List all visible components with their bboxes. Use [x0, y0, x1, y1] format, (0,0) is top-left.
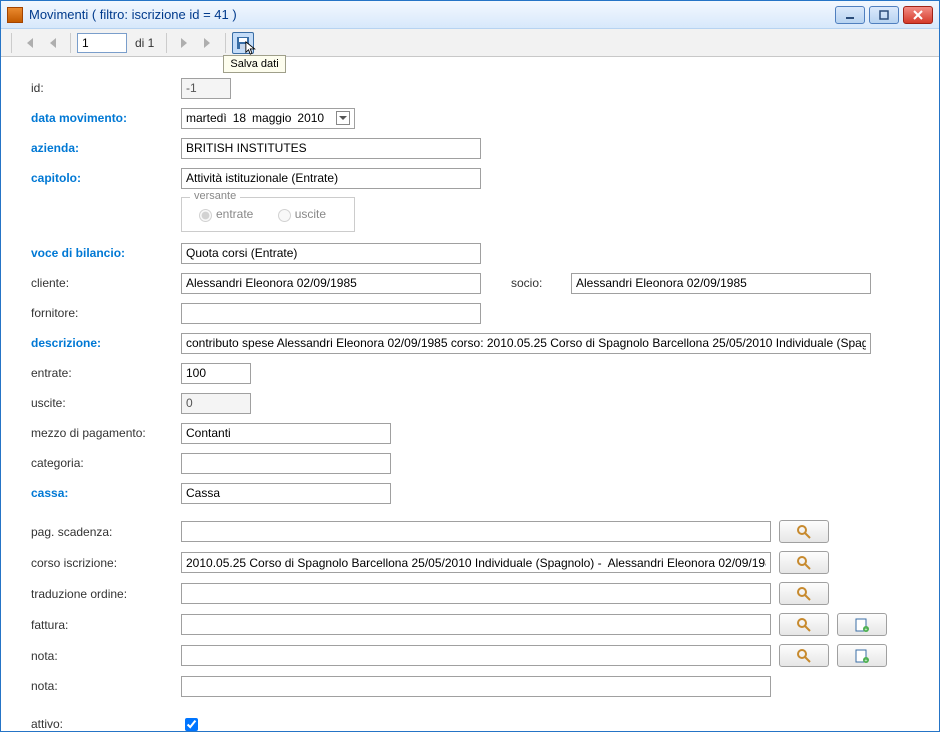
svg-text:+: +: [865, 658, 868, 664]
titlebar: Movimenti ( filtro: iscrizione id = 41 ): [1, 1, 939, 29]
cassa-select[interactable]: [181, 483, 391, 504]
nav-prev-button[interactable]: [42, 32, 64, 54]
voce-label: voce di bilancio:: [31, 246, 181, 260]
save-tooltip: Salva dati: [223, 55, 285, 73]
descrizione-field[interactable]: [181, 333, 871, 354]
separator: [166, 33, 167, 53]
date-day: 18: [233, 111, 246, 125]
window-controls: [835, 6, 933, 24]
nav-total-label: di 1: [129, 36, 160, 50]
fattura-select[interactable]: [181, 614, 771, 635]
app-icon: [7, 7, 23, 23]
nota-label: nota:: [31, 649, 181, 663]
corso-search-button[interactable]: [779, 551, 829, 574]
fornitore-label: fornitore:: [31, 306, 181, 320]
versante-group: versante entrate uscite: [181, 197, 355, 232]
versante-legend: versante: [190, 190, 240, 202]
date-month: maggio: [252, 111, 291, 125]
nota-search-button[interactable]: [779, 644, 829, 667]
window-title: Movimenti ( filtro: iscrizione id = 41 ): [29, 7, 835, 22]
close-button[interactable]: [903, 6, 933, 24]
nota-open-button[interactable]: +: [837, 644, 887, 667]
id-label: id:: [31, 81, 181, 95]
traduzione-select[interactable]: [181, 583, 771, 604]
calendar-icon[interactable]: [336, 111, 350, 125]
uscite-field[interactable]: [181, 393, 251, 414]
pag-scadenza-label: pag. scadenza:: [31, 525, 181, 539]
capitolo-label: capitolo:: [31, 171, 181, 185]
traduzione-label: traduzione ordine:: [31, 587, 181, 601]
attivo-label: attivo:: [31, 717, 181, 731]
separator: [225, 33, 226, 53]
entrate-label: entrate:: [31, 366, 181, 380]
corso-select[interactable]: [181, 552, 771, 573]
entrate-radio: entrate: [194, 206, 253, 222]
azienda-label: azienda:: [31, 141, 181, 155]
categoria-select[interactable]: [181, 453, 391, 474]
date-picker[interactable]: martedì 18 maggio 2010: [181, 108, 355, 129]
nota-select[interactable]: [181, 645, 771, 666]
toolbar: di 1 Salva dati: [1, 29, 939, 57]
cliente-label: cliente:: [31, 276, 181, 290]
uscite-radio-input: [278, 209, 291, 222]
nav-first-button[interactable]: [18, 32, 40, 54]
fornitore-select: [181, 303, 481, 324]
id-field[interactable]: [181, 78, 231, 99]
descrizione-label: descrizione:: [31, 336, 181, 350]
pag-scadenza-select: [181, 521, 771, 542]
window: Movimenti ( filtro: iscrizione id = 41 )…: [0, 0, 940, 732]
nota2-field[interactable]: [181, 676, 771, 697]
form-area: id: data movimento: martedì 18 maggio 20…: [1, 57, 939, 731]
azienda-select[interactable]: [181, 138, 481, 159]
save-button[interactable]: Salva dati: [232, 32, 254, 54]
traduzione-search-button[interactable]: [779, 582, 829, 605]
voce-select[interactable]: [181, 243, 481, 264]
date-year: 2010: [297, 111, 324, 125]
cliente-select[interactable]: [181, 273, 481, 294]
categoria-label: categoria:: [31, 456, 181, 470]
fattura-label: fattura:: [31, 618, 181, 632]
minimize-button[interactable]: [835, 6, 865, 24]
mezzo-select[interactable]: [181, 423, 391, 444]
nav-next-button[interactable]: [173, 32, 195, 54]
maximize-button[interactable]: [869, 6, 899, 24]
socio-select[interactable]: [571, 273, 871, 294]
corso-label: corso iscrizione:: [31, 556, 181, 570]
uscite-label: uscite:: [31, 396, 181, 410]
attivo-checkbox[interactable]: [185, 718, 198, 731]
entrate-field[interactable]: [181, 363, 251, 384]
mezzo-label: mezzo di pagamento:: [31, 426, 181, 440]
pag-scadenza-search-button[interactable]: [779, 520, 829, 543]
entrate-radio-input: [199, 209, 212, 222]
fattura-search-button[interactable]: [779, 613, 829, 636]
nav-position-input[interactable]: [77, 33, 127, 53]
data-movimento-label: data movimento:: [31, 111, 181, 125]
date-dow: martedì: [186, 111, 227, 125]
uscite-radio: uscite: [273, 206, 326, 222]
nav-last-button[interactable]: [197, 32, 219, 54]
fattura-open-button[interactable]: +: [837, 613, 887, 636]
separator: [70, 33, 71, 53]
capitolo-select[interactable]: [181, 168, 481, 189]
cassa-label: cassa:: [31, 486, 181, 500]
socio-label: socio:: [511, 276, 571, 290]
svg-text:+: +: [865, 627, 868, 633]
separator: [11, 33, 12, 53]
nota2-label: nota:: [31, 679, 181, 693]
